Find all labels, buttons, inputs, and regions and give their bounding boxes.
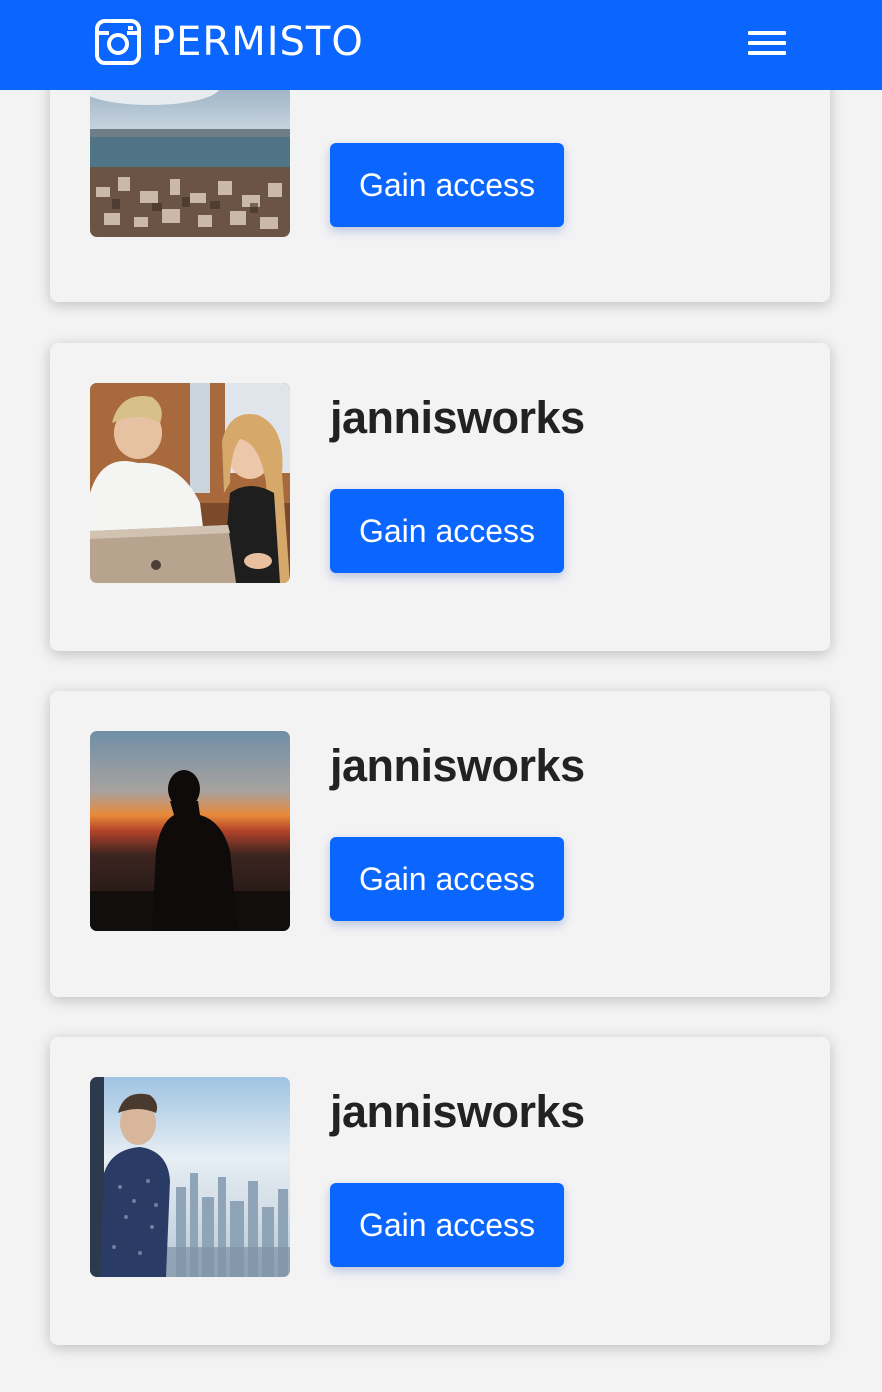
- brand-logo[interactable]: PERMISTO: [95, 18, 364, 66]
- account-card: jannisworks Gain access: [50, 1037, 830, 1345]
- hamburger-menu-icon[interactable]: [744, 28, 790, 62]
- gain-access-button[interactable]: Gain access: [330, 489, 564, 573]
- brand-name: PERMISTO: [151, 19, 364, 65]
- gain-access-button[interactable]: Gain access: [330, 143, 564, 227]
- account-thumbnail: [90, 383, 290, 583]
- gain-access-button[interactable]: Gain access: [330, 1183, 564, 1267]
- account-card: jannisworks Gain access: [50, 343, 830, 651]
- account-username: jannisworks: [330, 740, 585, 791]
- account-thumbnail: [90, 1077, 290, 1277]
- account-thumbnail: [90, 731, 290, 931]
- camera-icon: [95, 19, 141, 65]
- top-navbar: PERMISTO: [0, 0, 882, 90]
- account-card: jannisworks Gain access: [50, 691, 830, 997]
- account-username: jannisworks: [330, 392, 585, 443]
- account-username: jannisworks: [330, 1086, 585, 1137]
- gain-access-button[interactable]: Gain access: [330, 837, 564, 921]
